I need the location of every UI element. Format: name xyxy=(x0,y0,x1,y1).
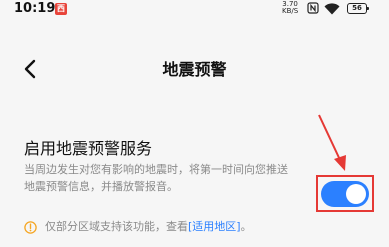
status-bar: 10:19 西 3.70 KB/S 56 xyxy=(0,0,389,22)
nfc-icon xyxy=(307,2,319,14)
notice-text-suffix: 。 xyxy=(240,220,252,233)
network-speed: 3.70 KB/S xyxy=(282,1,298,15)
network-speed-unit: KB/S xyxy=(282,7,299,15)
applicable-areas-link[interactable]: [适用地区] xyxy=(188,220,241,233)
annotation-arrow xyxy=(318,114,346,171)
setting-title: 启用地震预警服务 xyxy=(24,139,153,158)
setting-description: 当周边发生对您有影响的地震时，将第一时间向您推送地震预警信息，并播放警报音。 xyxy=(24,163,288,193)
toggle-knob xyxy=(346,184,366,204)
notice-text-prefix: 仅部分区域支持该功能，查看 xyxy=(45,220,188,233)
notice-text: 仅部分区域支持该功能，查看[适用地区]。 xyxy=(45,218,252,236)
battery-icon: 56 xyxy=(347,3,369,14)
page-title: 地震预警 xyxy=(162,60,227,79)
app-notification-icon: 西 xyxy=(55,3,67,15)
status-time: 10:19 xyxy=(14,1,56,16)
info-icon xyxy=(24,221,37,234)
earthquake-alert-toggle[interactable] xyxy=(321,181,369,207)
wifi-icon xyxy=(324,3,340,15)
